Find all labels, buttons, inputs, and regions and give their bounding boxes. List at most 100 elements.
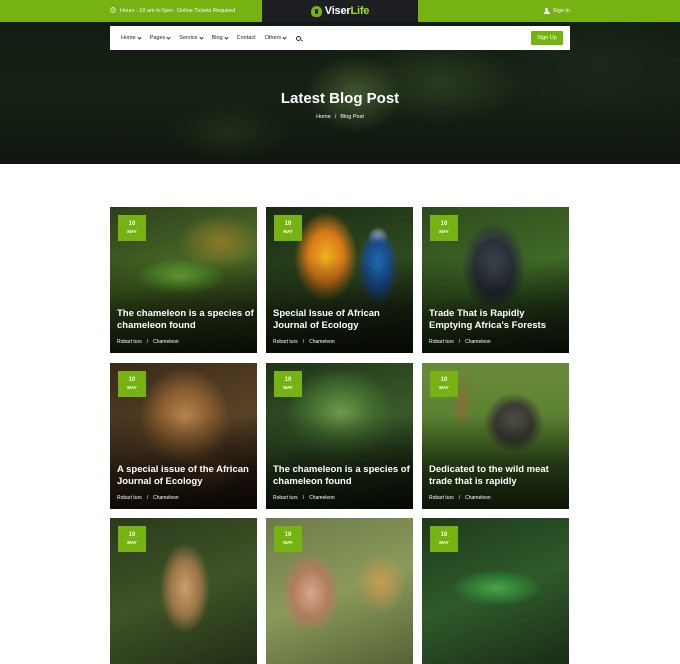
- breadcrumb-separator: /: [334, 114, 337, 120]
- meta-separator: /: [146, 495, 149, 501]
- post-meta: Robart turs / Chameleon: [429, 495, 491, 501]
- post-category[interactable]: Chameleon: [309, 339, 335, 345]
- blog-card[interactable]: 10 MAY: [110, 518, 257, 664]
- date-month: MAY: [127, 539, 137, 545]
- post-title[interactable]: The chameleon is a species of chameleon …: [273, 464, 411, 488]
- date-badge: 10 MAY: [118, 371, 146, 397]
- nav-item-pages[interactable]: Pages: [149, 34, 171, 41]
- nav-label: Blog: [211, 35, 223, 41]
- clock-icon: [110, 7, 116, 15]
- date-day: 10: [128, 221, 136, 228]
- post-author[interactable]: Robart turs: [429, 339, 454, 345]
- breadcrumb-home[interactable]: Home: [316, 114, 331, 120]
- nav-label: Contact: [236, 35, 256, 41]
- post-meta: Robart turs / Chameleon: [117, 495, 179, 501]
- date-day: 10: [284, 532, 292, 539]
- blog-card[interactable]: 10 MAY The chameleon is a species of cham…: [266, 363, 413, 509]
- nav-item-service[interactable]: Service: [179, 34, 204, 41]
- date-day: 10: [440, 532, 448, 539]
- chevron-down-icon: [282, 34, 287, 40]
- post-author[interactable]: Robart turs: [273, 495, 298, 501]
- breadcrumb-current: Blog Post: [340, 114, 364, 120]
- hours-label: Hours : 10 am to 5pm: [120, 8, 173, 14]
- date-day: 10: [440, 377, 448, 384]
- meta-separator: /: [458, 339, 461, 345]
- blog-card[interactable]: 10 MAY A special issue of the African Jou…: [110, 363, 257, 509]
- hours-info: Hours : 10 am to 5pm Online Tickets Requ…: [110, 0, 235, 22]
- meta-separator: /: [302, 495, 305, 501]
- date-month: MAY: [283, 539, 293, 545]
- blog-card[interactable]: 10 MAY Trade That is Rapidly Emptying Afr…: [422, 207, 569, 353]
- post-meta: Robart turs / Chameleon: [273, 339, 335, 345]
- date-badge: 10 MAY: [430, 526, 458, 552]
- date-badge: 10 MAY: [430, 215, 458, 241]
- sign-in-link[interactable]: Sign In: [543, 0, 570, 22]
- date-badge: 10 MAY: [430, 371, 458, 397]
- nav-label: Others: [264, 35, 282, 41]
- post-title[interactable]: A special issue of the African Journal o…: [117, 464, 255, 488]
- post-category[interactable]: Chameleon: [465, 495, 491, 501]
- nav-item-contact[interactable]: Contact: [237, 35, 256, 41]
- chevron-down-icon: [137, 34, 142, 40]
- nav-label: Pages: [149, 35, 166, 41]
- elephant-logo-icon: [310, 5, 322, 17]
- chevron-down-icon: [224, 34, 229, 40]
- page-title: Latest Blog Post: [280, 90, 400, 107]
- chevron-down-icon: [166, 34, 171, 40]
- date-badge: 10 MAY: [274, 526, 302, 552]
- sign-in-label: Sign In: [552, 8, 570, 14]
- breadcrumb: Home / Blog Post: [0, 114, 680, 120]
- meta-separator: /: [458, 495, 461, 501]
- date-month: MAY: [283, 228, 293, 234]
- date-month: MAY: [127, 228, 137, 234]
- date-day: 10: [284, 221, 292, 228]
- chevron-down-icon: [199, 34, 204, 40]
- meta-separator: /: [302, 339, 305, 345]
- date-badge: 10 MAY: [118, 526, 146, 552]
- post-title[interactable]: Dedicated to the wild meat trade that is…: [429, 464, 567, 488]
- post-author[interactable]: Robart turs: [429, 495, 454, 501]
- search-icon[interactable]: [296, 35, 302, 41]
- blog-card[interactable]: 10 MAY: [266, 518, 413, 664]
- post-meta: Robart turs / Chameleon: [429, 339, 491, 345]
- blog-card[interactable]: 10 MAY The chameleon is a species of cham…: [110, 207, 257, 353]
- sign-up-button[interactable]: Sign Up: [531, 31, 563, 45]
- post-category[interactable]: Chameleon: [153, 495, 179, 501]
- post-author[interactable]: Robart turs: [117, 495, 142, 501]
- date-badge: 10 MAY: [274, 215, 302, 241]
- date-month: MAY: [439, 228, 449, 234]
- post-title[interactable]: The chameleon is a species of chameleon …: [117, 308, 255, 332]
- post-author[interactable]: Robart turs: [273, 339, 298, 345]
- date-month: MAY: [127, 384, 137, 390]
- post-category[interactable]: Chameleon: [465, 339, 491, 345]
- post-author[interactable]: Robart turs: [117, 339, 142, 345]
- post-meta: Robart turs / Chameleon: [273, 495, 335, 501]
- tickets-notice: Online Tickets Required: [176, 8, 236, 14]
- nav-item-home[interactable]: Home: [121, 34, 142, 41]
- date-badge: 10 MAY: [274, 371, 302, 397]
- date-day: 10: [284, 377, 292, 384]
- post-category[interactable]: Chameleon: [309, 495, 335, 501]
- nav-item-blog[interactable]: Blog: [211, 34, 229, 41]
- date-month: MAY: [283, 384, 293, 390]
- date-day: 10: [440, 221, 448, 228]
- blog-card[interactable]: 10 MAY Dedicated to the wild meat trade t…: [422, 363, 569, 509]
- blog-card[interactable]: 10 MAY Special Issue of African Journal o…: [266, 207, 413, 353]
- meta-separator: /: [146, 339, 149, 345]
- blog-card[interactable]: 10 MAY: [422, 518, 569, 664]
- site-logo[interactable]: ViserLife: [262, 0, 418, 22]
- date-month: MAY: [439, 539, 449, 545]
- post-category[interactable]: Chameleon: [153, 339, 179, 345]
- nav-item-others[interactable]: Others: [264, 34, 287, 41]
- date-month: MAY: [439, 384, 449, 390]
- main-navigation: Home Pages Service Blog Contact Others S…: [110, 26, 570, 50]
- date-day: 10: [128, 532, 136, 539]
- user-icon: [543, 8, 550, 14]
- nav-label: Home: [121, 35, 136, 41]
- brand-name: ViserLife: [324, 5, 370, 17]
- nav-label: Service: [179, 35, 198, 41]
- date-badge: 10 MAY: [118, 215, 146, 241]
- post-title[interactable]: Special Issue of African Journal of Ecol…: [273, 308, 411, 332]
- post-title[interactable]: Trade That is Rapidly Emptying Africa's …: [429, 308, 567, 332]
- top-bar: Hours : 10 am to 5pm Online Tickets Requ…: [0, 0, 680, 22]
